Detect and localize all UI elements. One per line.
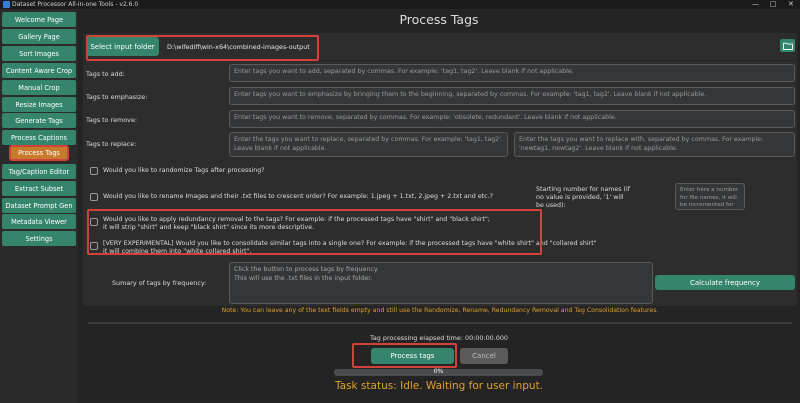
sidebar-item-settings[interactable]: Settings: [2, 231, 76, 246]
summary-line-1: Click the button to process tags by freq…: [234, 266, 379, 273]
select-input-folder-button[interactable]: Select input folder: [86, 37, 159, 56]
sidebar-item-tag-caption-editor[interactable]: Tag/Caption Editor: [2, 164, 76, 179]
page-title: Process Tags: [399, 12, 479, 27]
folder-icon: [782, 42, 793, 50]
rename-label: Would you like to rename Images and thei…: [103, 193, 493, 200]
sidebar-item-gallery-page[interactable]: Gallery Page: [2, 29, 76, 44]
sidebar-item-process-captions[interactable]: Process Captions: [2, 130, 76, 145]
sidebar: Welcome Page Gallery Page Sort Images Co…: [0, 9, 78, 403]
sidebar-item-dataset-prompt-gen[interactable]: Dataset Prompt Gen: [2, 198, 76, 213]
consolidate-line-1: [VERY EXPERIMENTAL] Would you like to co…: [103, 240, 597, 247]
tags-to-add-label: Tags to add:: [86, 70, 125, 78]
starting-number-label: Starting number for names (if no value i…: [536, 186, 630, 209]
sidebar-item-process-tags[interactable]: Process Tags: [9, 145, 69, 161]
redundancy-line-2: it will strip "shirt" and keep "black sh…: [103, 224, 315, 231]
task-status: Task status: Idle. Waiting for user inpu…: [334, 380, 544, 392]
options-panel: Would you like to randomize Tags after p…: [83, 161, 797, 258]
summary-line-2: This will use the .txt files in the inpu…: [234, 274, 373, 282]
tags-to-emphasize-input[interactable]: Enter tags you want to emphasize by brin…: [229, 87, 795, 105]
main-content: Process Tags Select input folder D:\wife…: [78, 9, 800, 403]
tags-replace-with-input[interactable]: Enter the tags you want to replace with,…: [514, 132, 795, 157]
summary-label: Sumary of tags by frequency:: [112, 279, 207, 287]
maximize-button[interactable]: □: [770, 0, 777, 9]
tags-to-remove-label: Tags to remove:: [86, 116, 138, 124]
note-text: Note: You can leave any of the text fiel…: [221, 307, 659, 314]
tags-to-replace-label: Tags to replace:: [86, 140, 137, 148]
summary-panel: Sumary of tags by frequency: Click the b…: [83, 258, 797, 306]
tags-to-add-input[interactable]: Enter tags you want to add, separated by…: [229, 64, 795, 82]
randomize-checkbox[interactable]: [90, 167, 98, 175]
progress-label: 0%: [433, 368, 444, 375]
process-tags-button[interactable]: Process tags: [371, 348, 454, 364]
divider: [88, 322, 792, 324]
cancel-button[interactable]: Cancel: [460, 348, 508, 364]
starting-number-input[interactable]: Enter here a number for file names, it w…: [675, 183, 745, 210]
title-bar: Dataset Processor All-in-one Tools - v2.…: [0, 0, 800, 9]
sidebar-item-manual-crop[interactable]: Manual Crop: [2, 80, 76, 95]
progress-bar: 0%: [334, 368, 543, 376]
minimize-button[interactable]: —: [752, 0, 759, 9]
sidebar-item-content-aware-crop[interactable]: Content Aware Crop: [2, 63, 76, 78]
tags-to-replace-input[interactable]: Enter the tags you want to replace, sepa…: [229, 132, 508, 157]
app-icon: [3, 1, 10, 8]
consolidate-line-2: it will combine them into "white collare…: [103, 248, 252, 255]
sidebar-item-resize-images[interactable]: Resize Images: [2, 97, 76, 112]
sidebar-item-welcome-page[interactable]: Welcome Page: [2, 12, 76, 27]
close-button[interactable]: ✕: [788, 0, 794, 9]
randomize-label: Would you like to randomize Tags after p…: [103, 167, 265, 174]
consolidate-checkbox[interactable]: [90, 242, 98, 250]
window-title: Dataset Processor All-in-one Tools - v2.…: [12, 1, 139, 8]
redundancy-checkbox[interactable]: [90, 218, 98, 226]
sidebar-item-generate-tags[interactable]: Generate Tags: [2, 113, 76, 128]
sidebar-item-sort-images[interactable]: Sort Images: [2, 46, 76, 61]
rename-checkbox[interactable]: [90, 193, 98, 201]
sidebar-item-metadata-viewer[interactable]: Metadata Viewer: [2, 214, 76, 229]
open-folder-button[interactable]: [780, 39, 795, 52]
tags-to-emphasize-label: Tags to emphasize:: [86, 93, 148, 101]
redundancy-line-1: Would you like to apply redundancy remov…: [103, 216, 490, 223]
folder-path: D:\wifediff\win-x64\combined-images-outp…: [167, 43, 310, 51]
folder-row: Select input folder D:\wifediff\win-x64\…: [83, 33, 797, 60]
elapsed-time: Tag processing elapsed time: 00:00:00.00…: [370, 334, 508, 342]
tag-fields-panel: Tags to add: Enter tags you want to add,…: [83, 61, 797, 161]
calculate-frequency-button[interactable]: Calculate frequency: [655, 275, 795, 290]
summary-output: Click the button to process tags by freq…: [229, 262, 653, 304]
tags-to-remove-input[interactable]: Enter tags you want to remove, separated…: [229, 110, 795, 128]
sidebar-item-extract-subset[interactable]: Extract Subset: [2, 181, 76, 196]
